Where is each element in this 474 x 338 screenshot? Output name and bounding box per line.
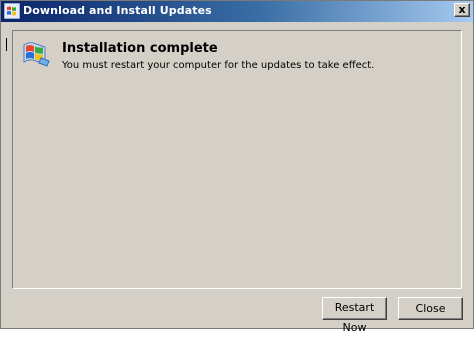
window-title: Download and Install Updates <box>23 4 212 17</box>
status-heading: Installation complete <box>62 41 218 56</box>
title-bar[interactable]: Download and Install Updates x <box>1 1 473 22</box>
windows-update-icon <box>3 2 21 20</box>
windows-update-icon <box>21 38 51 68</box>
restart-now-button[interactable]: Restart Now <box>322 297 387 334</box>
text-caret <box>6 38 7 51</box>
close-window-button[interactable]: x <box>454 3 470 17</box>
download-install-updates-window: Download and Install Updates x Installat… <box>0 0 474 334</box>
close-button[interactable]: Close <box>398 297 463 320</box>
restart-message: You must restart your computer for the u… <box>62 60 375 71</box>
